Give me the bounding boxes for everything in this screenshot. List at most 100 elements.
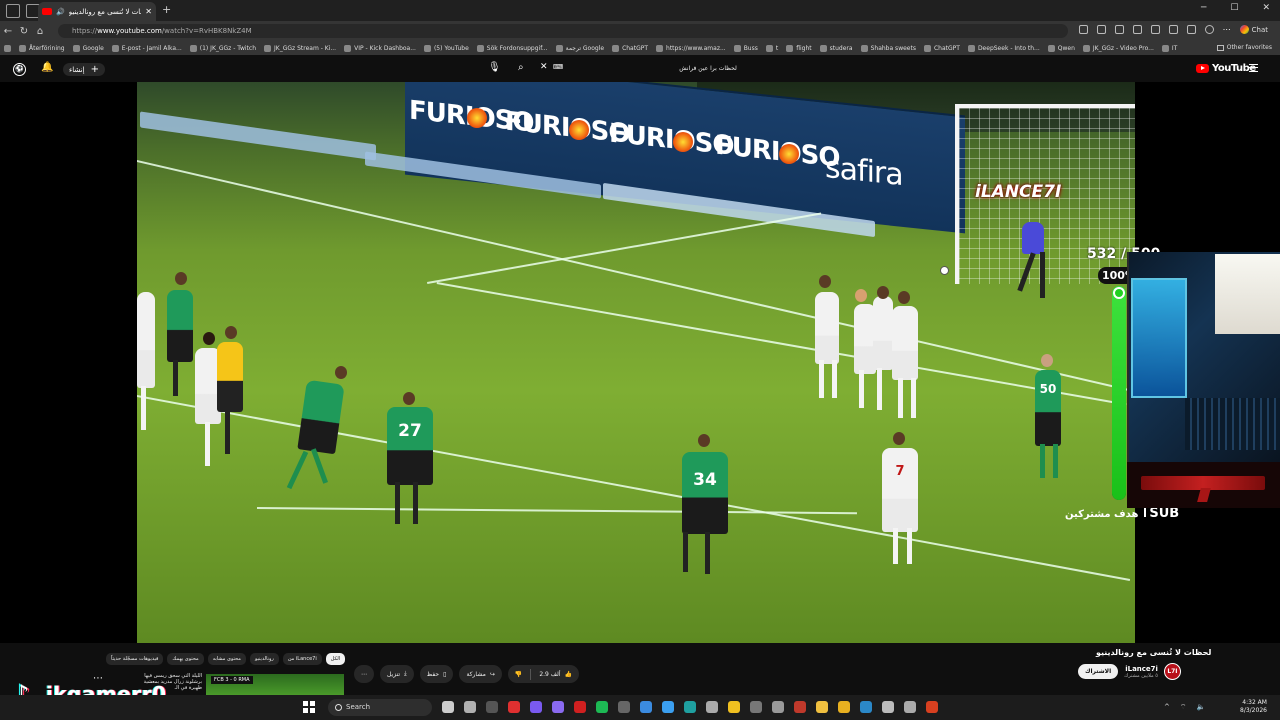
volume-icon[interactable]: 🔈 (1196, 703, 1205, 712)
chip[interactable]: فيديوهات مسجّلة حديثاً (106, 653, 164, 665)
bookmark-item[interactable]: (1) JK_GGz - Twitch (186, 44, 260, 52)
refresh-extension-icon[interactable] (1132, 25, 1142, 34)
refresh-icon[interactable]: ↻ (16, 26, 32, 37)
bookmark-item[interactable]: Sök Fordonsuppgif... (473, 44, 552, 52)
taskbar-app-icon[interactable] (464, 701, 476, 713)
taskbar-app-icon[interactable] (442, 701, 454, 713)
taskbar-app-icon[interactable] (640, 701, 652, 713)
profile-avatar[interactable] (1204, 25, 1214, 34)
chip[interactable]: محتوى يهمك (167, 653, 204, 665)
workspaces-icon[interactable] (6, 3, 20, 18)
other-favorites[interactable]: Other favorites (1216, 44, 1272, 51)
close-window-icon[interactable]: ✕ (1262, 3, 1270, 13)
bookmark-item[interactable]: Qwen (1044, 44, 1079, 52)
search-icon[interactable]: ⌕ (518, 63, 524, 73)
youtube-logo[interactable]: YouTube (1196, 63, 1256, 74)
clear-search-icon[interactable]: ✕ (540, 63, 548, 72)
split-screen-icon[interactable] (1078, 25, 1088, 34)
taskbar-app-icon[interactable] (508, 701, 520, 713)
taskbar-app-icon[interactable] (750, 701, 762, 713)
save-button[interactable]: حفظ ▯ (419, 665, 454, 683)
taskbar-app-icon[interactable] (662, 701, 674, 713)
taskbar-app-icon[interactable] (838, 701, 850, 713)
notifications-bell-icon[interactable]: 🔔 (41, 63, 53, 73)
chip[interactable]: من iLance7i (282, 653, 322, 665)
taskbar-app-icon[interactable] (904, 701, 916, 713)
bookmark-item[interactable]: ترجمة Google (552, 44, 608, 52)
favorites-icon[interactable] (1168, 25, 1178, 34)
taskbar-app-icon[interactable] (706, 701, 718, 713)
bookmark-item[interactable]: IT (1158, 44, 1181, 52)
bookmark-item[interactable]: E-post - Jamil Alka... (108, 44, 186, 52)
taskbar-app-icon[interactable] (882, 701, 894, 713)
tab-youtube[interactable]: 🔊 لحظات لا تُنسى مع رونالدينيو - ✕ (38, 2, 156, 21)
bookmark-item[interactable]: Shahba sweets (857, 44, 920, 52)
bookmark-item[interactable]: t (762, 44, 782, 52)
subscribe-button[interactable]: الاشتراك (1078, 664, 1119, 679)
zoom-icon[interactable] (1096, 25, 1106, 34)
new-tab-icon[interactable]: + (162, 3, 171, 16)
collections-icon[interactable] (1186, 25, 1196, 34)
speaker-icon[interactable]: 🔊 (56, 8, 65, 16)
taskbar-app-icon[interactable] (618, 701, 630, 713)
bookmark-item[interactable]: DeepSeek - Into th... (964, 44, 1044, 52)
bookmark-item[interactable]: JK_GGz - Video Pro... (1079, 44, 1158, 52)
more-actions-button[interactable]: ⋯ (354, 665, 374, 683)
hamburger-menu-icon[interactable] (1249, 64, 1258, 72)
more-options-icon[interactable]: ⋯ (1223, 25, 1231, 34)
bookmarks-menu-icon[interactable] (0, 44, 15, 52)
taskbar-app-icon[interactable] (860, 701, 872, 713)
network-icon[interactable]: ⌔ (1180, 703, 1187, 712)
bookmark-item[interactable]: studera (816, 44, 857, 52)
favorite-star-icon[interactable] (1114, 25, 1124, 34)
taskbar-app-icon[interactable] (728, 701, 740, 713)
bookmark-item[interactable]: ChatGPT (920, 44, 964, 52)
video-player[interactable]: FURIOSO FURIOSO FURIOSO FURIOSO safira i… (137, 82, 1135, 643)
like-icon[interactable]: 👍 (565, 671, 572, 678)
taskbar-app-icon[interactable] (684, 701, 696, 713)
bookmark-item[interactable]: https://www.amaz... (652, 44, 730, 52)
tray-chevron-icon[interactable]: ^ (1164, 703, 1170, 712)
bookmark-item[interactable]: flight (782, 44, 815, 52)
taskbar-app-icon[interactable] (772, 701, 784, 713)
account-avatar[interactable]: ⚽ (13, 63, 26, 76)
taskbar-clock[interactable]: 4:32 AM 8/3/2026 (1240, 699, 1267, 715)
share-button[interactable]: مشاركة ↪ (459, 665, 502, 683)
taskbar-app-icon[interactable] (552, 701, 564, 713)
address-bar[interactable]: https://www.youtube.com/watch?v=RvHBK8Nk… (58, 24, 1068, 38)
bookmark-item[interactable]: Buss (730, 44, 762, 52)
dislike-icon[interactable]: 👎 (515, 671, 522, 678)
taskbar-search[interactable]: Search (328, 699, 432, 716)
chip[interactable]: رونالدينيو (249, 653, 279, 665)
maximize-icon[interactable]: ☐ (1230, 3, 1238, 13)
bookmark-item[interactable]: Google (69, 44, 108, 52)
create-button[interactable]: إنشاء + (63, 63, 105, 76)
minimize-icon[interactable]: ─ (1201, 3, 1206, 13)
home-icon[interactable]: ⌂ (32, 26, 48, 37)
extension-icon[interactable] (1150, 25, 1160, 34)
back-icon[interactable]: ← (0, 26, 16, 37)
bookmark-item[interactable]: ChatGPT (608, 44, 652, 52)
bookmark-item[interactable]: JK_GGz Stream - Ki... (260, 44, 340, 52)
taskbar-app-icon[interactable] (486, 701, 498, 713)
taskbar-app-icon[interactable] (530, 701, 542, 713)
chip[interactable]: الكل (325, 653, 346, 665)
taskbar-app-icon[interactable] (596, 701, 608, 713)
chip[interactable]: محتوى مشابه (207, 653, 246, 665)
close-tab-icon[interactable]: ✕ (145, 7, 152, 16)
bookmark-item[interactable]: VIP - Kick Dashboa... (340, 44, 420, 52)
channel-avatar[interactable]: L7I (1163, 663, 1181, 680)
taskbar-app-icon[interactable] (926, 701, 938, 713)
copilot-chat-button[interactable]: Chat (1239, 25, 1268, 34)
channel-name[interactable]: iLance7i (1125, 665, 1158, 673)
search-input[interactable]: لحظات برا عين فرانش (548, 61, 868, 76)
voice-search-icon[interactable]: 🎙 (488, 63, 501, 73)
windows-start-icon[interactable] (303, 701, 315, 713)
bookmark-item[interactable]: (5) YouTube (420, 44, 473, 52)
taskbar-app-icon[interactable] (816, 701, 828, 713)
player-leg (859, 370, 864, 408)
taskbar-app-icon[interactable] (794, 701, 806, 713)
bookmark-item[interactable]: Återförining (15, 44, 69, 52)
taskbar-app-icon[interactable] (574, 701, 586, 713)
download-button[interactable]: تنزيل ⤓ (380, 665, 414, 683)
